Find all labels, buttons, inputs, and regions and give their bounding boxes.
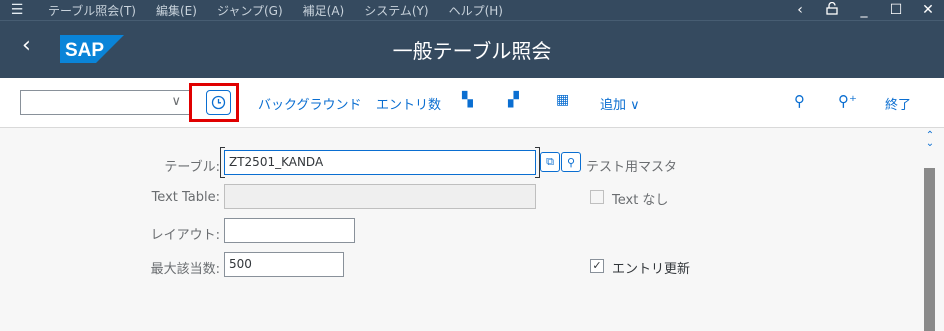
entry-count-button[interactable]: エントリ数	[376, 94, 441, 113]
menu-item-table-display[interactable]: テーブル照会(T)	[48, 2, 136, 19]
layout-input[interactable]	[224, 218, 355, 243]
table-description: テスト用マスタ	[586, 160, 678, 175]
menu-item-extras[interactable]: 補足(A)	[303, 2, 345, 19]
no-text-checkbox	[590, 190, 604, 204]
scroll-thumb[interactable]	[924, 168, 935, 331]
deselect-all-icon[interactable]: ▦	[556, 92, 569, 108]
layout-label: レイアウト:	[150, 228, 220, 243]
scroll-up-icon[interactable]: ⌃ ⌄	[920, 131, 940, 149]
max-hits-label: 最大該当数:	[150, 262, 220, 277]
menu-item-goto[interactable]: ジャンプ(G)	[217, 2, 283, 19]
maximize-icon[interactable]: ☐	[880, 2, 912, 18]
copy-icon[interactable]: ⧉	[540, 152, 560, 172]
add-menu-button[interactable]: 追加 ∨	[600, 94, 640, 113]
no-text-label: Text なし	[612, 193, 669, 208]
menu-item-help[interactable]: ヘルプ(H)	[449, 2, 503, 19]
text-table-input	[224, 184, 536, 209]
table-name-input[interactable]: ZT2501_KANDA	[224, 150, 536, 175]
selection-form: テーブル: ZT2501_KANDA ⧉ ⚲ テスト用マスタ Text Tabl…	[0, 128, 920, 331]
select-block-icon[interactable]: ▞	[508, 92, 519, 108]
text-table-label: Text Table:	[151, 190, 220, 205]
max-hits-input[interactable]: 500	[224, 252, 344, 277]
chevron-down-icon: ∨	[171, 94, 181, 109]
update-entries-checkbox[interactable]: ✓	[590, 259, 604, 273]
variant-select[interactable]: ∨	[20, 90, 190, 115]
hamburger-menu-icon[interactable]: ☰	[6, 2, 28, 18]
title-bar: ‹ SAP 一般テーブル照会	[0, 20, 944, 78]
search-help-icon[interactable]: ⚲	[561, 152, 581, 172]
clock-icon	[211, 95, 226, 110]
window-controls: ‹ _ ☐ ✕	[784, 0, 944, 20]
vertical-scrollbar[interactable]: ⌃ ⌄	[920, 128, 944, 331]
close-icon[interactable]: ✕	[912, 2, 944, 18]
page-title: 一般テーブル照会	[392, 39, 552, 63]
background-button[interactable]: バックグラウンド	[258, 94, 361, 113]
minimize-icon[interactable]: _	[848, 2, 880, 18]
update-entries-label: エントリ更新	[612, 262, 691, 277]
select-all-icon[interactable]: ▚	[462, 92, 473, 108]
menu-item-edit[interactable]: 編集(E)	[156, 2, 197, 19]
menu-item-system[interactable]: システム(Y)	[364, 2, 428, 19]
search-icon[interactable]: ⚲	[794, 92, 805, 110]
history-button[interactable]	[206, 90, 231, 115]
lock-icon[interactable]	[816, 1, 848, 19]
search-next-icon[interactable]: ⚲⁺	[838, 92, 857, 110]
exit-button[interactable]: 終了	[885, 94, 911, 113]
application-toolbar: ∨ バックグラウンド エントリ数 ▚ ▞ ▦ 追加 ∨ ⚲ ⚲⁺ 終了	[0, 78, 944, 128]
table-label: テーブル:	[164, 160, 220, 175]
menu-bar: ☰ テーブル照会(T) 編集(E) ジャンプ(G) 補足(A) システム(Y) …	[0, 0, 944, 20]
chevron-left-icon[interactable]: ‹	[784, 2, 816, 18]
